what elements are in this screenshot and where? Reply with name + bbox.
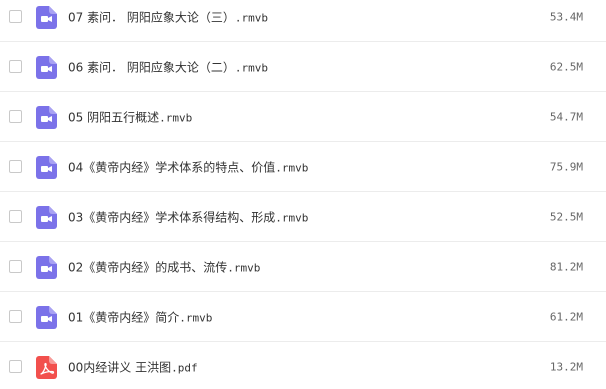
file-name[interactable]: 02《黄帝内经》的成书、流传.rmvb: [68, 258, 260, 275]
file-row[interactable]: 05 阴阳五行概述.rmvb 54.7M: [0, 92, 606, 142]
file-row[interactable]: 06 素问． 阴阳应象大论（二）.rmvb 62.5M: [0, 42, 606, 92]
video-file-icon: [36, 155, 57, 179]
file-size: 52.5M: [549, 210, 583, 223]
file-name[interactable]: 03《黄帝内经》学术体系得结构、形成.rmvb: [68, 208, 308, 225]
pdf-file-icon: [36, 356, 57, 379]
file-size: 81.2M: [549, 260, 583, 273]
file-row[interactable]: 04《黄帝内经》学术体系的特点、价值.rmvb 75.9M: [0, 142, 606, 192]
row-checkbox[interactable]: [9, 109, 22, 123]
file-size: 53.4M: [549, 10, 583, 23]
file-name[interactable]: 04《黄帝内经》学术体系的特点、价值.rmvb: [68, 158, 308, 175]
video-file-icon: [36, 5, 57, 29]
file-row[interactable]: 07 素问． 阴阳应象大论（三）.rmvb 53.4M: [0, 0, 606, 42]
file-list: 07 素问． 阴阳应象大论（三）.rmvb 53.4M 06 素问． 阴阳应象大…: [0, 0, 606, 389]
file-size: 61.2M: [549, 310, 583, 323]
row-checkbox[interactable]: [9, 59, 22, 73]
file-name[interactable]: 00内经讲义 王洪图.pdf: [68, 359, 198, 376]
file-row[interactable]: 03《黄帝内经》学术体系得结构、形成.rmvb 52.5M: [0, 192, 606, 242]
file-size: 54.7M: [549, 110, 583, 123]
file-row[interactable]: 02《黄帝内经》的成书、流传.rmvb 81.2M: [0, 242, 606, 292]
file-size: 13.2M: [549, 360, 583, 374]
row-checkbox[interactable]: [9, 209, 22, 223]
row-checkbox[interactable]: [9, 259, 22, 273]
row-checkbox[interactable]: [9, 360, 22, 373]
video-file-icon: [36, 55, 57, 79]
file-row[interactable]: 01《黄帝内经》简介.rmvb 61.2M: [0, 292, 606, 342]
video-file-icon: [36, 305, 57, 329]
file-name[interactable]: 05 阴阳五行概述.rmvb: [68, 108, 192, 125]
file-size: 62.5M: [549, 60, 583, 73]
row-checkbox[interactable]: [9, 9, 22, 23]
file-row[interactable]: 00内经讲义 王洪图.pdf 13.2M: [0, 342, 606, 389]
row-checkbox[interactable]: [9, 159, 22, 173]
video-file-icon: [36, 205, 57, 229]
file-name[interactable]: 01《黄帝内经》简介.rmvb: [68, 308, 212, 325]
file-name[interactable]: 06 素问． 阴阳应象大论（二）.rmvb: [68, 58, 268, 75]
file-size: 75.9M: [549, 160, 583, 173]
file-name[interactable]: 07 素问． 阴阳应象大论（三）.rmvb: [68, 8, 268, 25]
row-checkbox[interactable]: [9, 309, 22, 323]
video-file-icon: [36, 255, 57, 279]
video-file-icon: [36, 105, 57, 129]
